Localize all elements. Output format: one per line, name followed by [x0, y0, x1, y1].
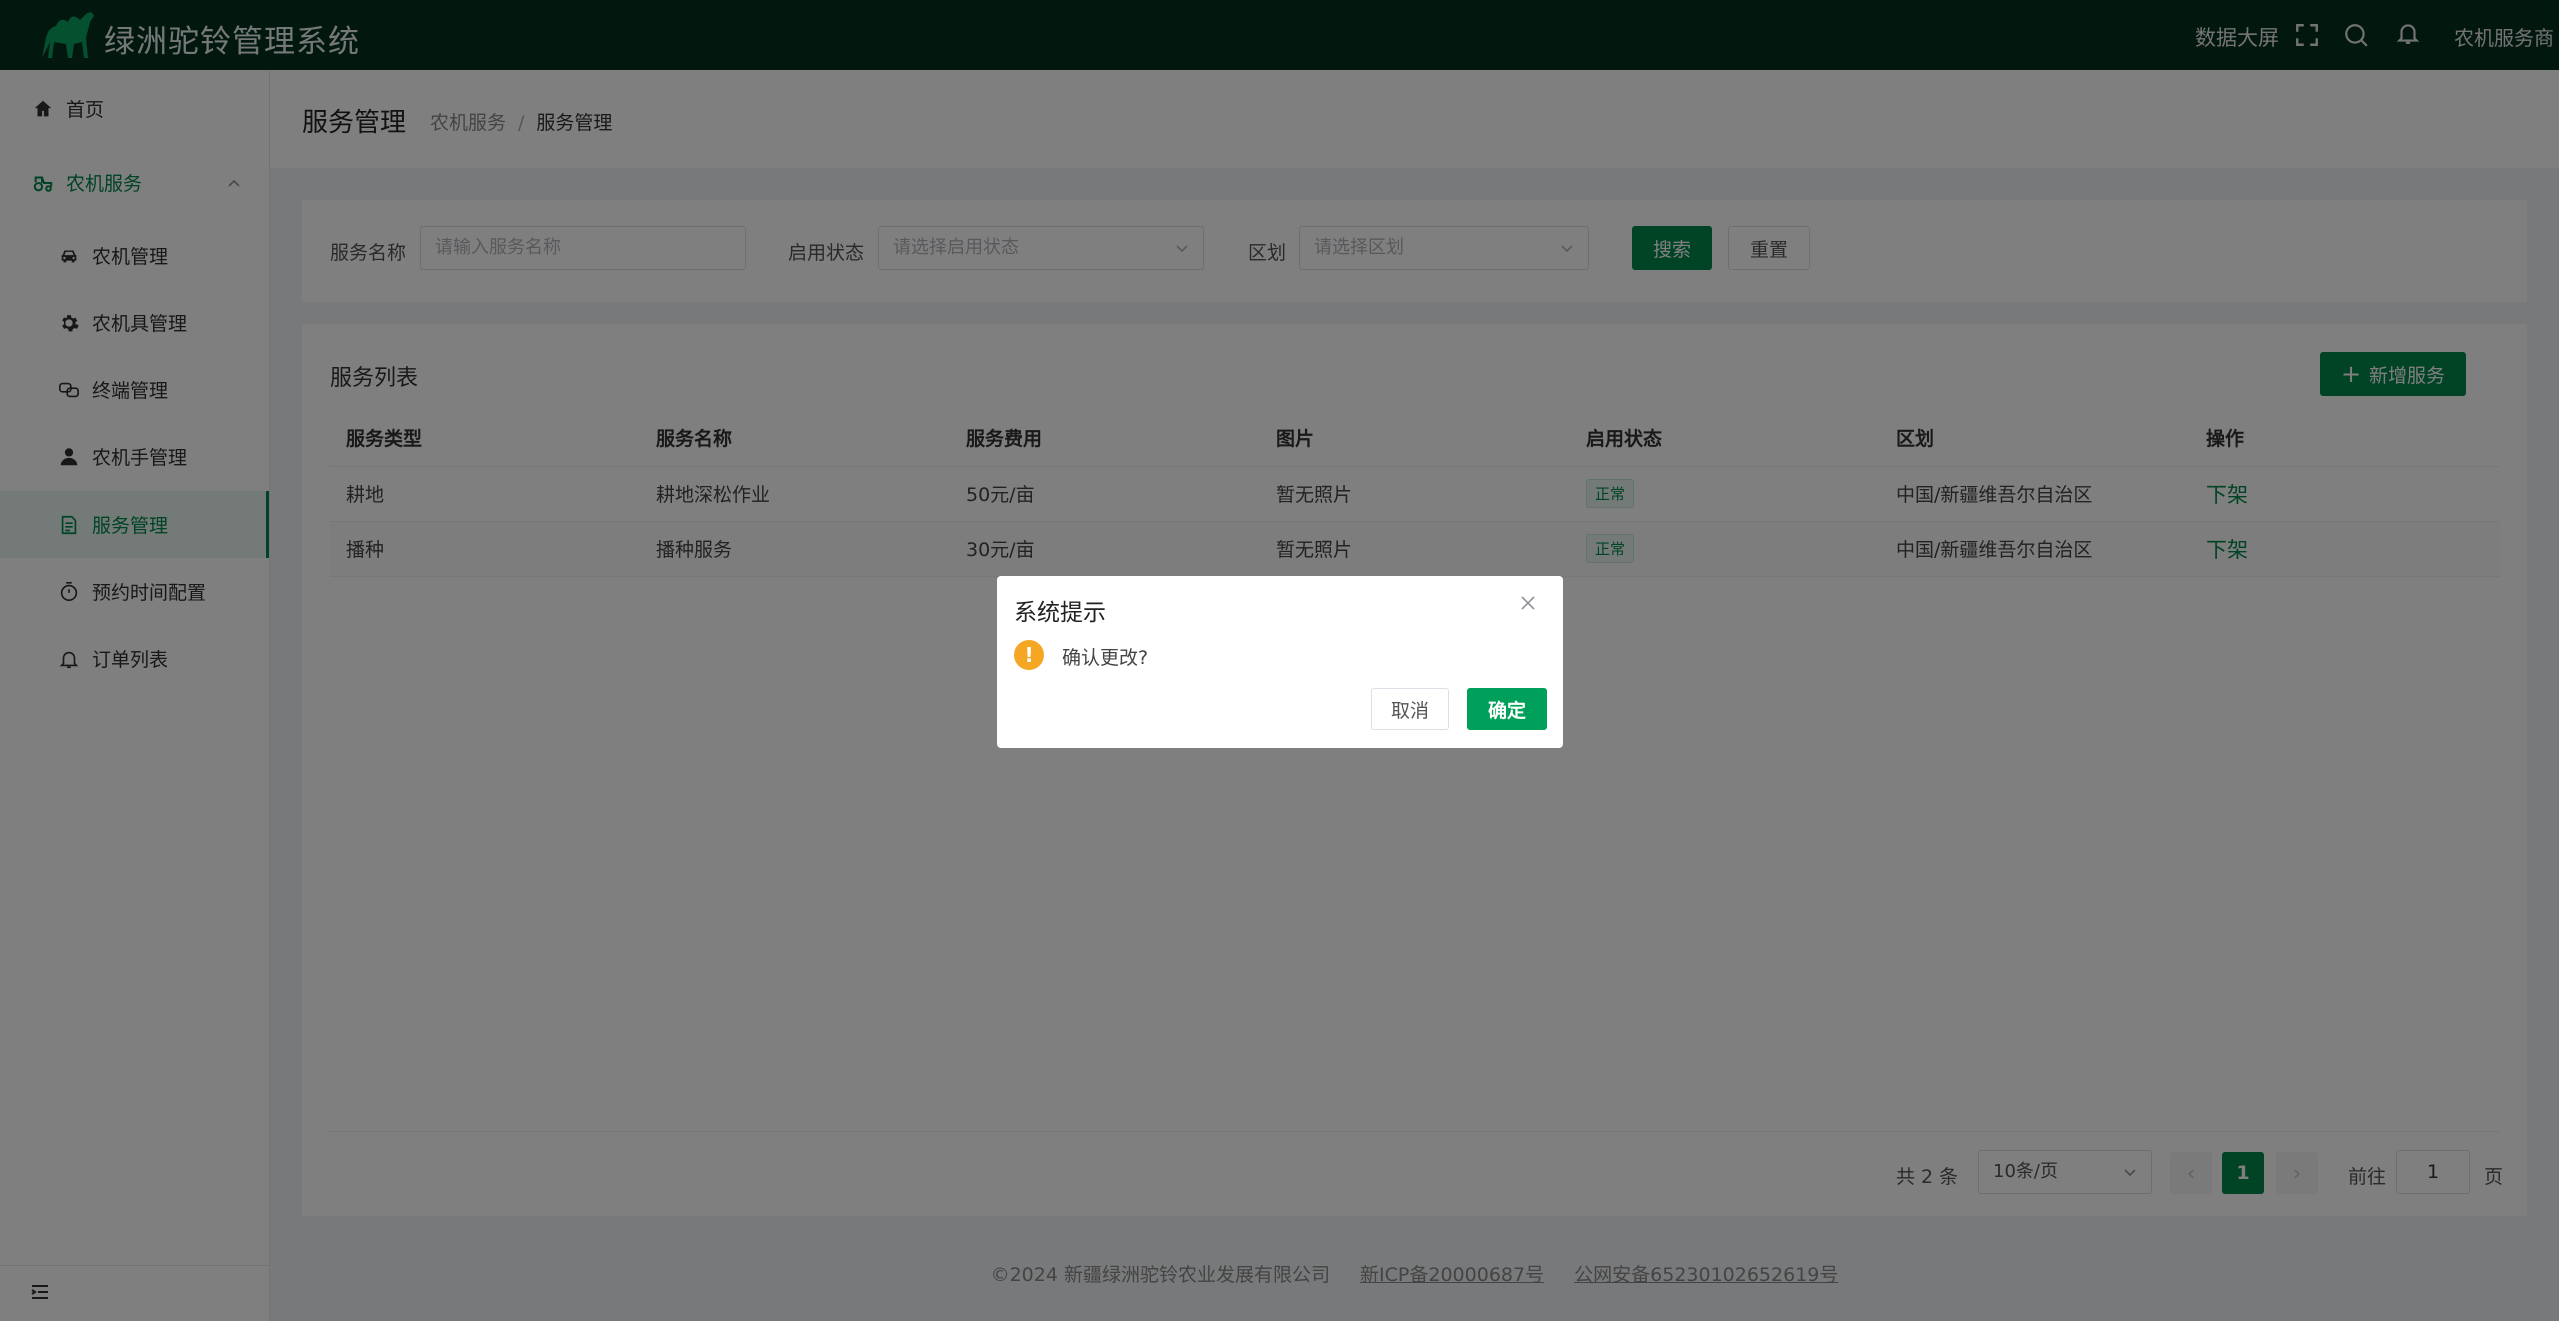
close-icon[interactable] [1517, 592, 1539, 614]
confirm-dialog: 系统提示 ! 确认更改? 取消 确定 [997, 576, 1563, 748]
confirm-button[interactable]: 确定 [1467, 688, 1547, 730]
dialog-title: 系统提示 [1014, 600, 1106, 626]
cancel-button[interactable]: 取消 [1371, 688, 1449, 730]
dialog-message: 确认更改? [1062, 647, 1149, 669]
warning-icon: ! [1014, 640, 1044, 670]
